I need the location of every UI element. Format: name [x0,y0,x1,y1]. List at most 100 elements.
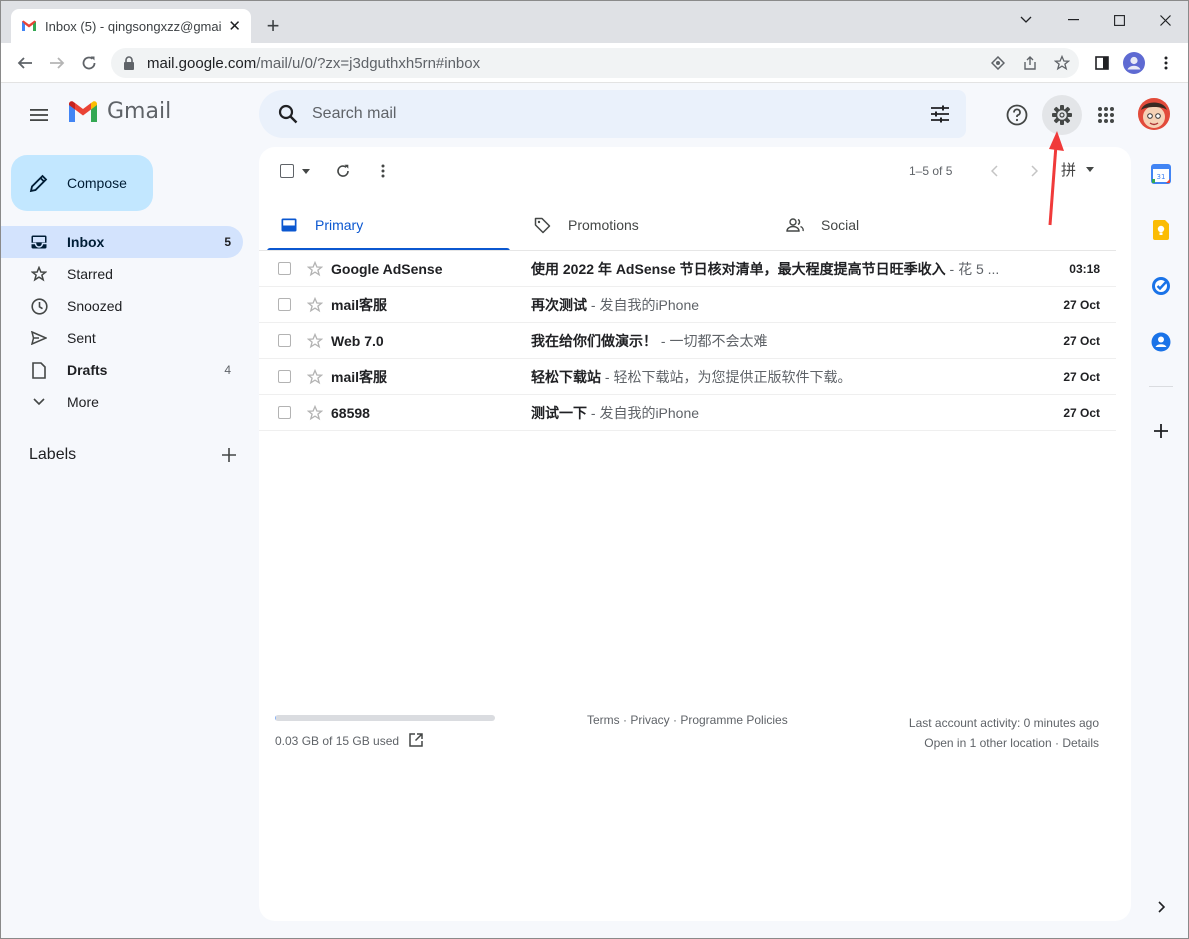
email-date: 27 Oct [1063,333,1100,348]
browser-window: Inbox (5) - qingsongxzz@gmail.com ✕ + [0,0,1189,939]
profile-icon[interactable] [1122,51,1146,75]
tab-social[interactable]: Social [773,199,1026,251]
email-row[interactable]: Google AdSense 使用 2022 年 AdSense 节日核对清单，… [259,251,1116,287]
apps-grid-icon[interactable] [1086,95,1126,135]
main-menu-icon[interactable] [25,101,53,129]
row-checkbox[interactable] [278,262,291,275]
account-avatar[interactable] [1138,98,1170,130]
forward-button[interactable] [44,50,70,76]
calendar-icon[interactable]: 31 [1149,162,1173,186]
tab-search-icon[interactable] [1003,7,1049,33]
new-tab-button[interactable]: + [261,13,285,38]
keep-icon[interactable] [1149,218,1173,242]
tab-promotions[interactable]: Promotions [520,199,773,251]
sidebar-item-more[interactable]: More [1,386,243,418]
contacts-icon[interactable] [1149,330,1173,354]
row-checkbox[interactable] [278,370,291,383]
sidebar-item-label: More [67,394,99,410]
search-input[interactable] [312,105,892,123]
share-icon[interactable] [1018,51,1042,75]
email-sender: Web 7.0 [331,332,384,349]
email-snippet: - 发自我的iPhone [587,404,700,421]
older-page-chevron-right-icon[interactable] [1022,159,1046,183]
bookmark-star-icon[interactable] [1050,51,1074,75]
email-row[interactable]: mail客服 轻松下载站 - 轻松下载站，为您提供正版软件下载。 27 Oct [259,359,1116,395]
gmail-wordmark: Gmail [107,99,172,124]
settings-gear-icon[interactable] [1042,95,1082,135]
more-options-icon[interactable] [371,159,395,183]
support-icon[interactable] [997,95,1037,135]
create-label-plus-icon[interactable] [219,445,239,465]
account-activity: Last account activity: 0 minutes ago Ope… [909,713,1099,753]
install-icon[interactable] [986,51,1010,75]
inbox-icon [29,232,49,252]
newer-page-chevron-left-icon[interactable] [982,159,1006,183]
email-row[interactable]: Web 7.0 我在给你们做演示！ - 一切都不会太难 27 Oct [259,323,1116,359]
sidebar-item-inbox[interactable]: Inbox 5 [1,226,243,258]
browser-menu-icon[interactable] [1154,51,1178,75]
sidebar-item-sent[interactable]: Sent [1,322,243,354]
lock-icon [123,56,137,70]
input-tools-button[interactable]: 拼 [1061,159,1095,180]
row-star-icon[interactable] [305,331,325,351]
star-icon [29,264,49,284]
sidebar-item-label: Snoozed [67,298,123,314]
chevron-down-icon [29,392,49,412]
tab-label: Social [821,217,860,233]
last-activity-text: Last account activity: 0 minutes ago [908,716,1099,730]
minimize-button[interactable] [1050,7,1096,33]
close-tab-icon[interactable]: ✕ [228,17,241,35]
input-tools-dropdown-icon [1086,167,1095,172]
reload-button[interactable] [76,50,102,76]
sidebar-item-label: Starred [67,266,113,282]
email-content: 我在给你们做演示！ - 一切都不会太难 [531,331,1031,351]
tab-title: Inbox (5) - qingsongxzz@gmail.com [45,18,222,34]
tasks-icon[interactable] [1149,274,1173,298]
side-panel-icon[interactable] [1090,51,1114,75]
draft-file-icon [29,360,49,380]
email-row[interactable]: mail客服 再次测试 - 发自我的iPhone 27 Oct [259,287,1116,323]
row-checkbox[interactable] [278,406,291,419]
email-snippet: - 发自我的iPhone [587,296,700,313]
row-checkbox[interactable] [278,334,291,347]
sidebar-item-starred[interactable]: Starred [1,258,243,290]
gmail-logo[interactable]: Gmail [67,99,171,124]
select-all-checkbox[interactable] [275,159,299,183]
activity-details-link[interactable]: Open in 1 other location · Details [909,733,1099,753]
email-subject: 我在给你们做演示！ [531,332,657,349]
email-snippet: - 花 5 ... [945,260,1000,277]
show-side-panel-chevron-right-icon[interactable] [1151,897,1171,917]
email-subject: 轻松下载站 [531,368,601,385]
storage-meter [275,715,495,721]
back-button[interactable] [12,50,38,76]
row-star-icon[interactable] [305,367,325,387]
tab-primary[interactable]: Primary [267,199,520,251]
sidebar-item-drafts[interactable]: Drafts 4 [1,354,243,386]
email-content: 再次测试 - 发自我的iPhone [531,295,1031,315]
row-star-icon[interactable] [305,295,325,315]
email-content: 轻松下载站 - 轻松下载站，为您提供正版软件下载。 [531,367,1031,387]
search-bar[interactable] [259,90,966,138]
tab-strip: Inbox (5) - qingsongxzz@gmail.com ✕ + [1,1,1188,43]
refresh-icon[interactable] [331,159,355,183]
search-options-icon[interactable] [928,102,952,126]
address-bar[interactable]: mail.google.com/mail/u/0/?zx=j3dguthxh5r… [111,48,1079,78]
maximize-button[interactable] [1096,7,1142,33]
external-link-icon[interactable] [409,733,425,749]
row-star-icon[interactable] [305,403,325,423]
row-checkbox[interactable] [278,298,291,311]
compose-button[interactable]: Compose [11,155,153,211]
sidebar-item-label: Drafts [67,362,108,378]
get-addons-plus-icon[interactable] [1149,419,1173,443]
search-icon[interactable] [264,90,312,138]
pagination-count: 1–5 of 5 [909,164,953,178]
row-star-icon[interactable] [305,259,325,279]
email-row[interactable]: 68598 测试一下 - 发自我的iPhone 27 Oct [259,395,1116,431]
close-window-button[interactable] [1142,7,1188,33]
svg-text:31: 31 [1157,173,1166,181]
select-dropdown-icon[interactable] [299,159,313,183]
footer-links[interactable]: Terms · Privacy · Programme Policies [587,713,788,727]
sidebar-item-snoozed[interactable]: Snoozed [1,290,243,322]
browser-tab[interactable]: Inbox (5) - qingsongxzz@gmail.com ✕ [11,9,251,43]
sidebar-item-label: Inbox [67,234,105,250]
